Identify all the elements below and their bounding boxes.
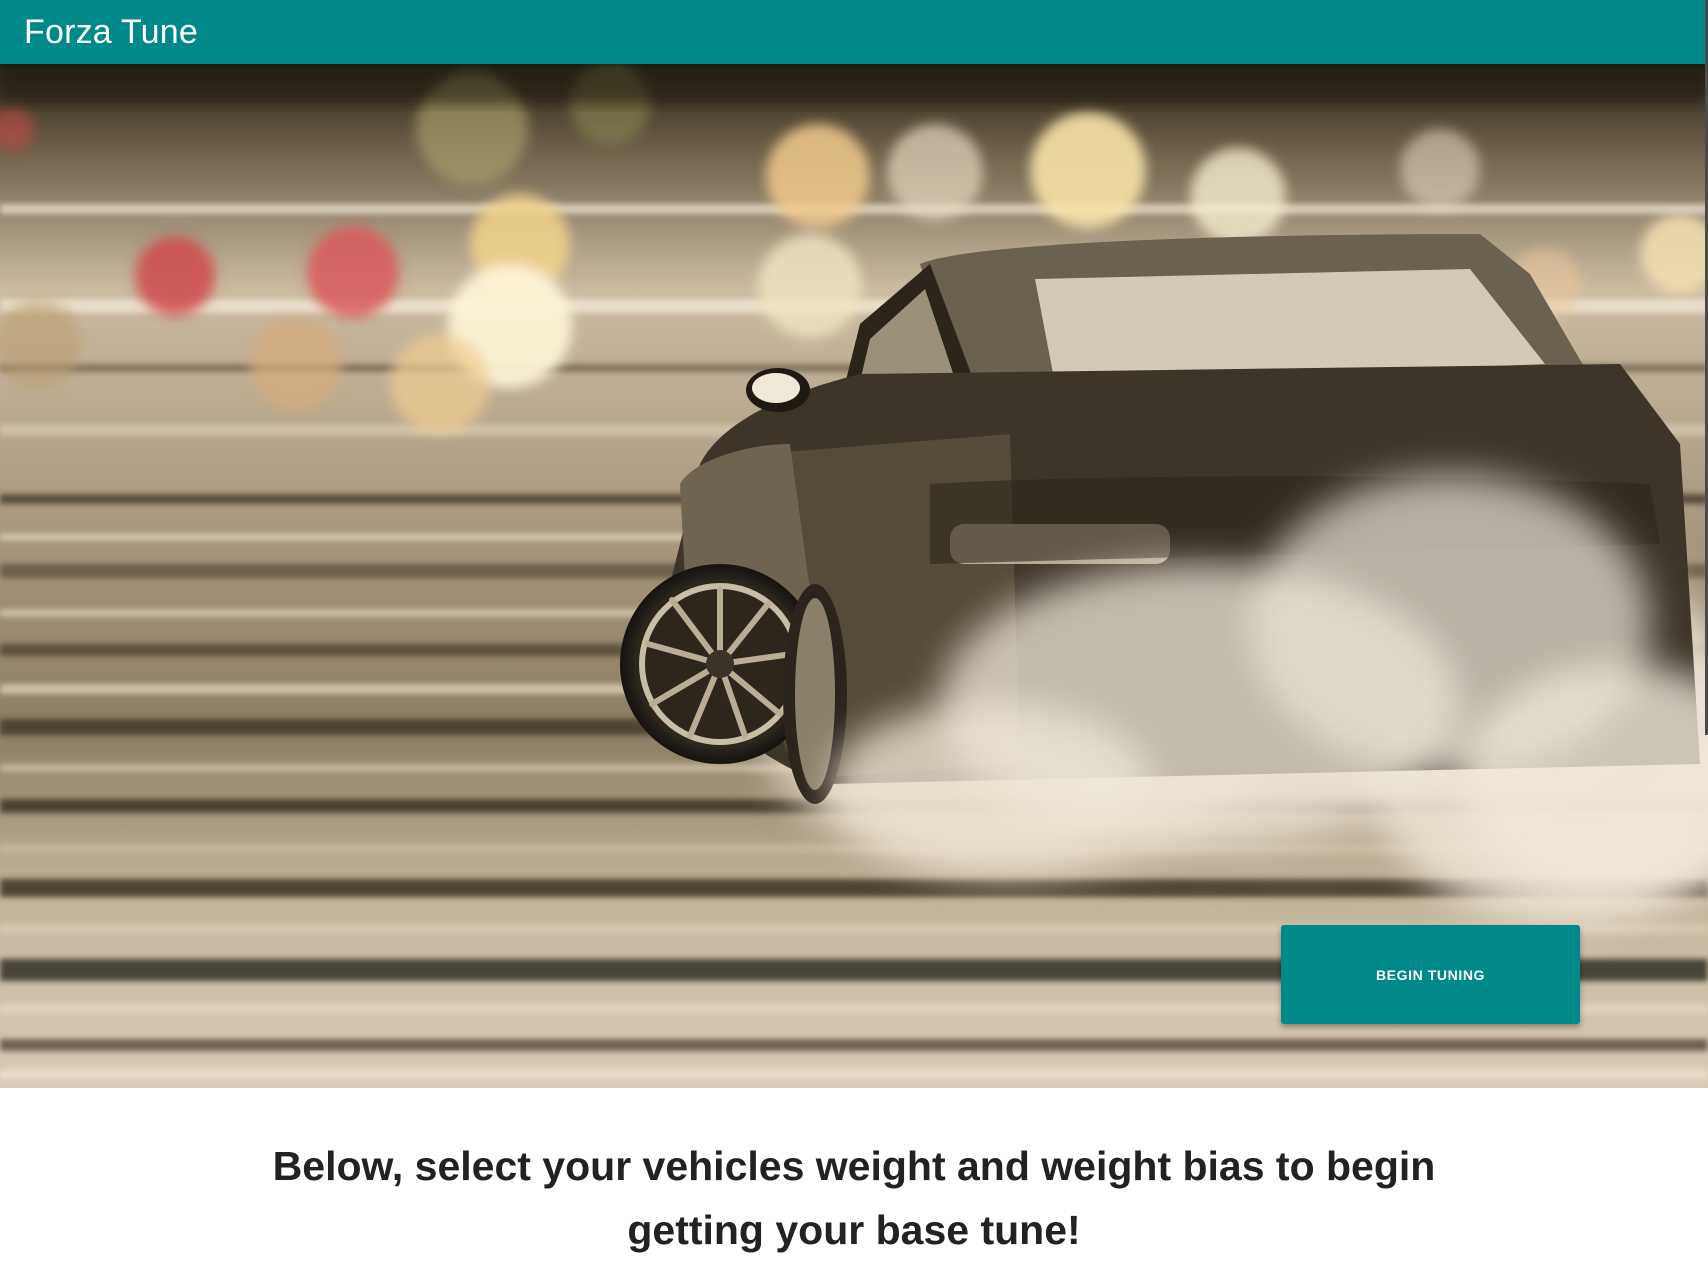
app-bar: Forza Tune <box>0 0 1708 64</box>
page: Forza Tune BEGIN TUNING Below, select yo… <box>0 0 1708 1280</box>
app-title[interactable]: Forza Tune <box>24 13 198 51</box>
intro-heading: Below, select your vehicles weight and w… <box>272 1143 1436 1253</box>
hero-banner: BEGIN TUNING <box>0 64 1708 1088</box>
begin-tuning-button[interactable]: BEGIN TUNING <box>1281 925 1580 1024</box>
